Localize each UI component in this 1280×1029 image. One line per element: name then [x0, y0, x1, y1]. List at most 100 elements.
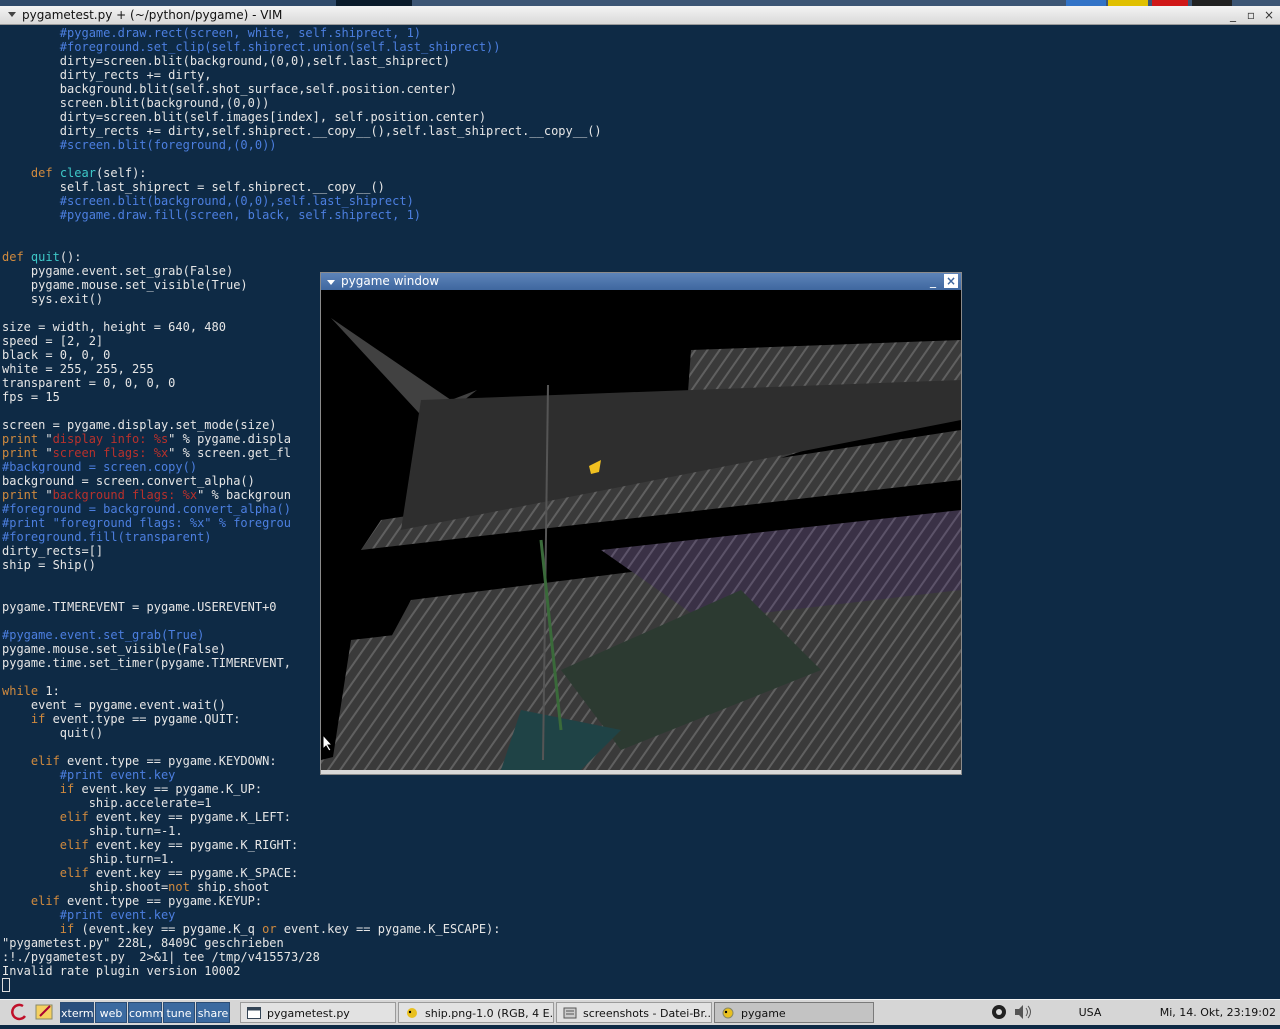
quicklaunch-web[interactable]: web — [95, 1002, 127, 1023]
code-token: sys.exit() — [2, 292, 104, 306]
task-pygame[interactable]: pygame — [714, 1002, 874, 1023]
code-line[interactable]: #foreground.set_clip(self.shiprect.union… — [2, 40, 1280, 54]
game-canvas[interactable] — [321, 290, 961, 770]
code-token: pygame.mouse.set_visible(False) — [2, 642, 226, 656]
code-line[interactable]: ship.shoot=not ship.shoot — [2, 880, 1280, 894]
code-token: def — [2, 250, 24, 264]
code-line[interactable]: if (event.key == pygame.K_q or event.key… — [2, 922, 1280, 936]
code-token: "pygametest.py" 228L, 8409C geschrieben — [2, 936, 284, 950]
code-line[interactable]: #screen.blit(foreground,(0,0)) — [2, 138, 1280, 152]
code-line[interactable]: elif event.key == pygame.K_LEFT: — [2, 810, 1280, 824]
pygame-minimize-button[interactable]: _ — [927, 274, 939, 288]
code-token: size = width, height = 640, 480 — [2, 320, 226, 334]
code-token: #print "foreground flags: %x" % foregrou — [2, 516, 291, 530]
volume-icon[interactable] — [1012, 1002, 1034, 1023]
window-menu-icon[interactable] — [327, 280, 335, 285]
code-token: background = screen.convert_alpha() — [2, 474, 255, 488]
code-line[interactable]: ship.turn=-1. — [2, 824, 1280, 838]
maximize-button[interactable]: ▫ — [1244, 8, 1258, 22]
close-button[interactable]: × — [1262, 8, 1276, 22]
code-line[interactable]: #screen.blit(background,(0,0),self.last_… — [2, 194, 1280, 208]
code-line[interactable] — [2, 236, 1280, 250]
pygame-window-titlebar[interactable]: pygame window _ × — [321, 273, 961, 290]
pygame-close-button[interactable]: × — [944, 274, 958, 288]
code-token: elif — [30, 754, 60, 768]
code-token: Invalid rate plugin version 10002 — [2, 964, 241, 978]
code-line[interactable]: background.blit(self.shot_surface,self.p… — [2, 82, 1280, 96]
code-line[interactable]: elif event.key == pygame.K_RIGHT: — [2, 838, 1280, 852]
code-token: (self): — [95, 166, 147, 180]
code-token: print — [2, 488, 39, 502]
code-token: dirty_rects += dirty, — [2, 68, 212, 82]
code-token: if — [59, 782, 75, 796]
quicklaunch-share[interactable]: share — [196, 1002, 230, 1023]
code-token: ship.turn=-1. — [2, 824, 183, 838]
quicklaunch-tune[interactable]: tune — [163, 1002, 195, 1023]
task-gimp[interactable]: ship.png-1.0 (RGB, 4 E... — [398, 1002, 554, 1023]
code-line[interactable]: dirty_rects += dirty,self.shiprect.__cop… — [2, 124, 1280, 138]
code-token: print — [2, 446, 39, 460]
code-line[interactable]: :!./pygametest.py 2>&1| tee /tmp/v415573… — [2, 950, 1280, 964]
minimize-button[interactable]: _ — [1226, 8, 1240, 22]
code-token: " % pygame.displa — [168, 432, 291, 446]
code-line[interactable]: dirty=screen.blit(self.images[index], se… — [2, 110, 1280, 124]
code-line[interactable]: def quit(): — [2, 250, 1280, 264]
code-line[interactable]: if event.key == pygame.K_UP: — [2, 782, 1280, 796]
code-line[interactable]: Invalid rate plugin version 10002 — [2, 964, 1280, 978]
code-line[interactable]: self.last_shiprect = self.shiprect.__cop… — [2, 180, 1280, 194]
code-token: :!./pygametest.py 2>&1| tee /tmp/v415573… — [2, 950, 320, 964]
code-line[interactable]: screen.blit(background,(0,0)) — [2, 96, 1280, 110]
mouse-pointer-icon — [322, 734, 334, 752]
clock[interactable]: Mi, 14. Okt, 23:19:02 — [1150, 1002, 1276, 1023]
code-line[interactable]: ship.turn=1. — [2, 852, 1280, 866]
code-line[interactable]: ship.accelerate=1 — [2, 796, 1280, 810]
pygame-window[interactable]: pygame window _ × — [320, 272, 962, 775]
code-token: event.key == pygame.K_ESCAPE): — [276, 922, 501, 936]
code-line[interactable]: dirty=screen.blit(background,(0,0),self.… — [2, 54, 1280, 68]
window-menu-icon[interactable] — [8, 12, 16, 17]
window-titlebar[interactable]: pygametest.py + (~/python/pygame) - VIM … — [0, 6, 1280, 25]
code-token: event.key == pygame.K_LEFT: — [88, 810, 291, 824]
editor-launcher-icon[interactable] — [34, 1002, 58, 1023]
code-token: dirty=screen.blit(background,(0,0),self.… — [2, 54, 450, 68]
code-token: ship.accelerate=1 — [2, 796, 212, 810]
keyboard-layout[interactable]: USA — [1070, 1002, 1110, 1023]
code-line[interactable]: elif event.type == pygame.KEYUP: — [2, 894, 1280, 908]
code-line[interactable]: elif event.key == pygame.K_SPACE: — [2, 866, 1280, 880]
code-token: #pygame.draw.rect(screen, white, self.sh… — [59, 26, 422, 40]
code-token: def — [30, 166, 53, 180]
code-token: (): — [59, 250, 82, 264]
network-icon[interactable] — [990, 1002, 1008, 1023]
code-line[interactable]: dirty_rects += dirty, — [2, 68, 1280, 82]
taskbar: xterm web comm tune share pygametest.py … — [0, 999, 1280, 1025]
code-token: dirty=screen.blit(self.images[index], se… — [2, 110, 487, 124]
code-token: clear — [59, 166, 96, 180]
code-token: screen = pygame.display.set_mode(size) — [2, 418, 277, 432]
quicklaunch-comm[interactable]: comm — [128, 1002, 163, 1023]
quicklaunch-xterm[interactable]: xterm — [60, 1002, 94, 1023]
task-pygametest[interactable]: pygametest.py — [240, 1002, 396, 1023]
code-token: speed = [2, 2] — [2, 334, 104, 348]
code-line[interactable]: "pygametest.py" 228L, 8409C geschrieben — [2, 936, 1280, 950]
code-token: ship.shoot — [189, 880, 270, 894]
code-token: #print event.key — [59, 908, 176, 922]
task-file-browser[interactable]: screenshots - Datei-Br... — [556, 1002, 712, 1023]
code-line[interactable] — [2, 222, 1280, 236]
code-token: #screen.blit(foreground,(0,0)) — [59, 138, 277, 152]
code-line[interactable] — [2, 152, 1280, 166]
code-line[interactable]: #pygame.draw.rect(screen, white, self.sh… — [2, 26, 1280, 40]
code-line[interactable]: #print event.key — [2, 908, 1280, 922]
file-browser-icon — [563, 1007, 577, 1019]
code-line[interactable]: #pygame.draw.fill(screen, black, self.sh… — [2, 208, 1280, 222]
code-line[interactable]: def clear(self): — [2, 166, 1280, 180]
code-token: event.key == pygame.K_RIGHT: — [88, 838, 299, 852]
pygame-window-border — [321, 770, 961, 774]
debian-menu-icon[interactable] — [6, 1002, 34, 1023]
python-icon — [722, 1007, 734, 1019]
